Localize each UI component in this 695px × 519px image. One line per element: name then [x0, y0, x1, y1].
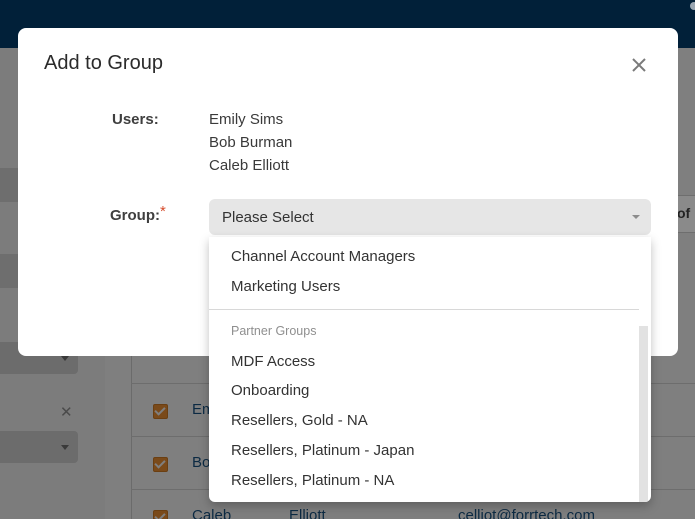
- dropdown-scrollbar[interactable]: [639, 326, 648, 502]
- group-label-wrapper: Group:*: [110, 203, 166, 224]
- required-marker: *: [160, 203, 166, 220]
- checkbox-checked-icon[interactable]: [153, 510, 168, 519]
- first-name-cell: Caleb: [192, 507, 232, 519]
- dropdown-option[interactable]: Marketing Users: [231, 278, 340, 295]
- dropdown-option[interactable]: MDF Access: [231, 353, 315, 370]
- group-label: Group:: [110, 207, 160, 224]
- chevron-down-icon: [632, 215, 640, 219]
- selected-user: Bob Burman: [209, 134, 293, 151]
- dropdown-option[interactable]: Channel Account Managers: [231, 248, 415, 265]
- group-dropdown-menu[interactable]: Channel Account Managers Marketing Users…: [209, 237, 651, 502]
- close-button[interactable]: [626, 52, 652, 78]
- last-name-cell: Elliott: [289, 507, 326, 519]
- dropdown-option[interactable]: Resellers, Gold - NA: [231, 412, 368, 429]
- clear-filter-icon[interactable]: ✕: [60, 403, 73, 421]
- pagination-of-label: of: [677, 205, 691, 221]
- checkbox-checked-icon[interactable]: [153, 404, 168, 419]
- chevron-down-icon: [61, 356, 69, 361]
- dropdown-option[interactable]: Resellers, Platinum - Japan: [231, 442, 414, 459]
- checkbox-checked-icon[interactable]: [153, 457, 168, 472]
- dropdown-option[interactable]: Onboarding: [231, 382, 309, 399]
- selected-user: Caleb Elliott: [209, 157, 290, 174]
- selected-user: Emily Sims: [209, 111, 284, 128]
- dropdown-divider: [209, 309, 639, 310]
- dropdown-option[interactable]: Resellers, Platinum - NA: [231, 472, 394, 489]
- user-menu-icon[interactable]: [690, 2, 695, 10]
- users-label: Users:: [112, 111, 159, 128]
- dropdown-group-header: Partner Groups: [231, 324, 317, 338]
- filter-select[interactable]: [0, 431, 78, 463]
- chevron-down-icon: [61, 445, 69, 450]
- first-name-cell: Bo: [192, 454, 211, 471]
- close-icon: [632, 58, 646, 72]
- email-cell: celliot@forrtech.com: [458, 507, 595, 519]
- modal-title: Add to Group: [44, 52, 163, 74]
- group-select[interactable]: Please Select: [209, 199, 651, 235]
- group-select-value: Please Select: [222, 209, 314, 226]
